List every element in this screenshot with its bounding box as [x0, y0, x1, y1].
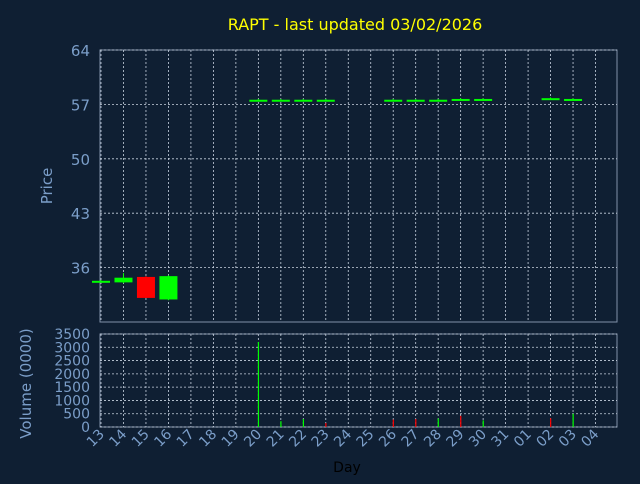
volume-bar	[437, 418, 439, 427]
candle-body	[92, 280, 110, 283]
candle-body	[541, 98, 560, 101]
candle-body	[451, 98, 470, 101]
x-tick-label: 21	[264, 427, 288, 451]
x-tick-label: 24	[331, 426, 355, 450]
candle-body	[249, 99, 268, 102]
price-tick-label: 50	[71, 151, 90, 169]
volume-bar	[257, 341, 260, 427]
candle-body	[316, 99, 335, 102]
volume-bar	[482, 420, 484, 427]
x-tick-label: 20	[241, 427, 265, 451]
x-tick-label: 25	[354, 427, 378, 451]
x-tick-label: 19	[219, 427, 243, 451]
candle-body	[294, 99, 313, 102]
x-tick-label: 01	[511, 427, 535, 451]
x-tick-label: 26	[376, 426, 400, 450]
candle-body	[564, 98, 583, 101]
x-tick-label: 29	[444, 427, 468, 451]
candle-body	[159, 276, 178, 300]
x-tick-label: 03	[556, 427, 580, 451]
candle-body	[406, 99, 425, 102]
volume-bar	[572, 413, 574, 427]
x-tick-label: 27	[399, 427, 423, 451]
price-tick-label: 43	[71, 205, 90, 223]
x-tick-label: 31	[489, 427, 513, 451]
candle-body	[114, 277, 133, 283]
x-tick-label: 14	[106, 426, 130, 450]
chart-svg: RAPT - last updated 03/02/2026 Price Vol…	[17, 15, 618, 476]
candle-body	[384, 99, 403, 102]
price-tick-label: 64	[71, 42, 90, 60]
x-tick-label: 02	[533, 427, 557, 451]
volume-bar	[392, 419, 394, 427]
volume-panel-frame	[99, 333, 618, 428]
x-tick-label: 16	[151, 426, 175, 450]
chart-title: RAPT - last updated 03/02/2026	[228, 15, 483, 34]
x-tick-label: 18	[196, 427, 220, 451]
volume-tick-label: 3500	[54, 327, 90, 343]
price-tick-label: 57	[71, 96, 90, 114]
volume-bar	[415, 419, 417, 427]
volume-bar	[302, 419, 305, 427]
x-tick-label: 15	[129, 427, 153, 451]
volume-bar	[550, 418, 552, 427]
price-axis-label: Price	[38, 168, 56, 205]
x-tick-label: 04	[578, 426, 602, 450]
candle-body	[429, 99, 448, 102]
price-panel-frame	[99, 49, 618, 323]
x-tick-label: 30	[466, 427, 490, 451]
x-tick-label: 23	[309, 427, 333, 451]
volume-bar	[280, 421, 282, 427]
price-tick-label: 36	[71, 260, 90, 278]
x-axis-label: Day	[333, 460, 361, 476]
x-tick-label: 22	[286, 427, 310, 451]
volume-bar	[325, 423, 327, 427]
candle-body	[136, 276, 155, 298]
volume-axis-label: Volume (0000)	[17, 328, 35, 438]
x-tick-label: 28	[421, 427, 445, 451]
candle-body	[474, 98, 493, 101]
chart-root: RAPT - last updated 03/02/2026 Price Vol…	[0, 0, 640, 480]
volume-bar	[460, 415, 462, 427]
x-tick-label: 17	[174, 427, 198, 451]
candle-body	[271, 99, 290, 102]
